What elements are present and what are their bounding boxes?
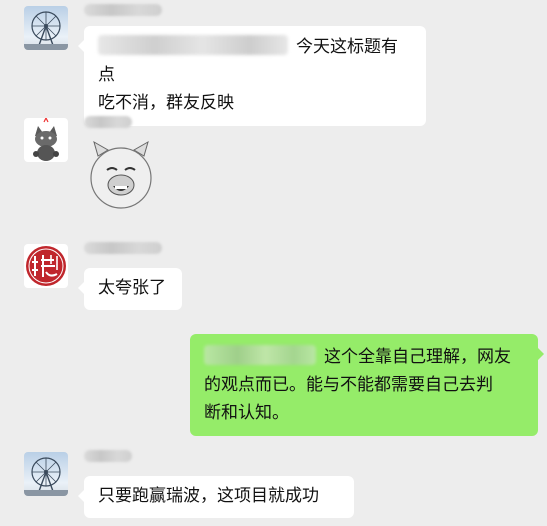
red-seal-icon (26, 246, 66, 286)
message-row: 这个全靠自己理解，网友 的观点而已。能与不能都需要自己去判 断和认知。 (0, 330, 547, 436)
avatar[interactable] (24, 452, 68, 496)
message-row (0, 110, 547, 220)
message-bubble[interactable]: 太夸张了 (78, 268, 182, 310)
sender-name (84, 4, 162, 16)
message-text: 太夸张了 (98, 278, 166, 298)
sticker[interactable] (82, 138, 160, 214)
message-row: 太夸张了 (0, 236, 547, 316)
message-row: 只要跑赢瑞波，这项目就成功 (0, 444, 547, 526)
message-bubble[interactable]: 只要跑赢瑞波，这项目就成功 (78, 476, 354, 518)
sender-name (84, 450, 132, 462)
sender-name (84, 242, 162, 254)
avatar[interactable] (24, 244, 68, 288)
redacted-text (98, 35, 288, 55)
ferris-wheel-icon (24, 11, 68, 50)
pig-face-sticker-icon (90, 140, 152, 209)
cat-icon (33, 118, 59, 161)
avatar[interactable] (24, 118, 68, 162)
message-text: 只要跑赢瑞波，这项目就成功 (98, 486, 319, 506)
avatar[interactable] (24, 6, 68, 50)
sender-name (84, 116, 132, 128)
redacted-text (204, 345, 316, 365)
ferris-wheel-icon (24, 457, 68, 496)
message-row: 今天这标题有点 吃不消，群友反映 (0, 0, 547, 126)
message-bubble[interactable]: 这个全靠自己理解，网友 的观点而已。能与不能都需要自己去判 断和认知。 (190, 334, 544, 436)
